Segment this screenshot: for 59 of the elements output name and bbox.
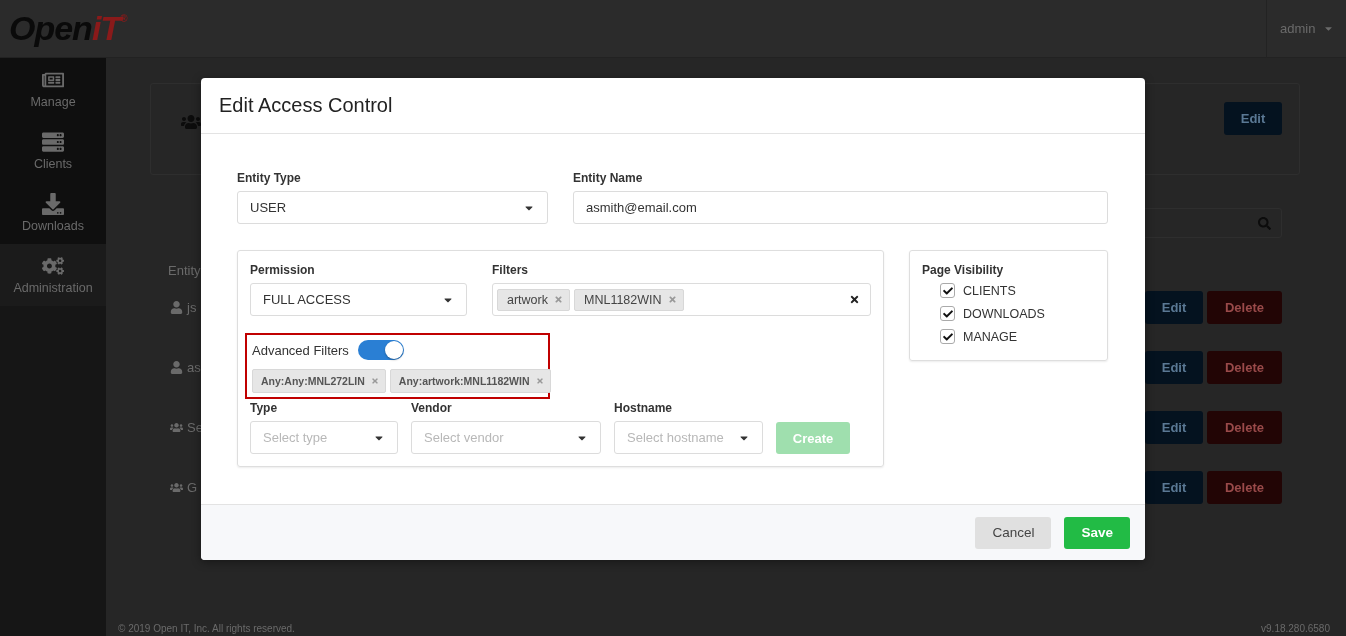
filter-tag[interactable]: Any:Any:MNL272LIN [252,369,386,393]
field-label: Hostname [614,401,673,415]
entity-name: as [187,359,201,375]
edit-button[interactable]: Edit [1145,350,1203,384]
entity-name: G [187,479,198,495]
edit-button[interactable]: Edit [1145,470,1203,504]
filter-tag[interactable]: artwork [497,288,570,311]
user-icon [170,300,183,314]
users-icon [170,480,183,494]
field-label: Entity Type [237,171,302,185]
checkbox[interactable] [940,306,955,321]
field-label: Entity Name [573,171,644,185]
select-field[interactable]: Select vendor [411,421,601,454]
dialog-title: Edit Access Control [219,94,393,117]
field-label: Vendor [411,401,453,415]
users-icon [170,420,183,434]
clear-icon[interactable] [849,294,860,305]
server-icon [42,131,64,153]
user-menu[interactable]: admin [1266,0,1346,58]
version-text: v9.18.280.6580 [1261,623,1330,634]
checkbox-label: MANAGE [963,329,1018,344]
sidebar-item[interactable]: Manage [0,58,106,120]
delete-button[interactable]: Delete [1207,350,1282,384]
checkbox[interactable] [940,329,955,344]
filter-tag[interactable]: MNL1182WIN [574,288,684,311]
sidebar-item[interactable]: Downloads [0,182,106,244]
toggle-label: Advanced Filters [252,342,349,358]
select-field[interactable]: FULL ACCESS [250,283,467,316]
checkbox[interactable] [940,283,955,298]
download-icon [42,193,64,215]
user-icon [170,360,183,374]
panel-title: Page Visibility [922,263,1005,277]
section-heading: Entity [168,263,201,278]
toggle-switch[interactable] [357,340,404,360]
sidebar-item[interactable]: Clients [0,120,106,182]
delete-button[interactable]: Delete [1207,410,1282,444]
copyright-text: © 2019 Open IT, Inc. All rights reserved. [118,623,295,634]
users-icon [181,112,201,132]
cancel-button[interactable]: Cancel [975,516,1052,549]
edit-button[interactable]: Edit [1224,102,1282,135]
delete-button[interactable]: Delete [1207,290,1282,324]
field-label: Filters [492,263,529,277]
search-icon [1258,216,1271,230]
field-label: Type [250,401,279,415]
field-label: Permission [250,263,316,277]
entity-name: js [187,299,197,315]
gears-icon [42,255,64,277]
edit-button[interactable]: Edit [1145,410,1203,444]
checkbox-label: CLIENTS [963,283,1016,298]
select-field[interactable]: Select hostname [614,421,763,454]
checkbox-label: DOWNLOADS [963,306,1045,321]
save-button[interactable]: Save [1064,516,1130,549]
input-field[interactable]: asmith@email.com [573,191,1108,224]
edit-button[interactable]: Edit [1145,290,1203,324]
select-field[interactable]: USER [237,191,548,224]
tags-field[interactable]: artwork MNL1182WIN [492,283,871,316]
sidebar-item[interactable]: Administration [0,244,106,306]
delete-button[interactable]: Delete [1207,470,1282,504]
filter-tag[interactable]: Any:artwork:MNL1182WIN [389,369,551,393]
